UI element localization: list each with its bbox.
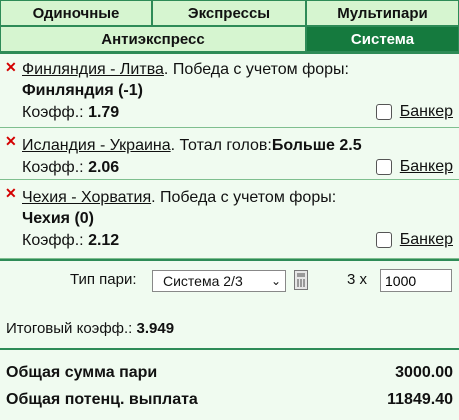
bet-type-label: Тип пари: <box>70 271 137 288</box>
coef-label: Коэфф.: <box>22 104 84 121</box>
potential-payout-label: Общая потенц. выплата <box>6 391 198 408</box>
system-settings: Тип пари: Система 2/3 ⌄ 3 x <box>0 259 459 303</box>
total-stake-value: 3000.00 <box>395 364 453 381</box>
coef-line: Коэфф.: 2.12 Банкер <box>22 229 459 253</box>
potential-payout-value: 11849.40 <box>387 391 453 408</box>
close-icon[interactable]: ✕ <box>5 59 17 76</box>
banker-label[interactable]: Банкер <box>400 231 453 249</box>
tabs-row-1: Одиночные Экспрессы Мультипари <box>0 0 459 26</box>
coef-value: 2.06 <box>88 159 120 176</box>
close-icon[interactable]: ✕ <box>5 133 17 150</box>
tab-multipari[interactable]: Мультипари <box>306 0 459 26</box>
market-text: . Победа с учетом форы: <box>151 189 337 206</box>
banker-label[interactable]: Банкер <box>400 158 453 176</box>
match-link[interactable]: Финляндия - Литва <box>22 61 164 78</box>
bet-item: ✕ Финляндия - Литва. Победа с учетом фор… <box>0 54 459 128</box>
coef-value: 1.79 <box>88 104 120 121</box>
coef-text: Коэфф.: 1.79 <box>22 101 119 125</box>
bet-description: Исландия - Украина. Тотал голов:Больше 2… <box>22 135 459 156</box>
tab-express[interactable]: Экспрессы <box>152 0 306 26</box>
total-coef: Итоговый коэфф.: 3.949 <box>6 320 174 337</box>
bet-description: Чехия - Хорватия. Победа с учетом форы: <box>22 187 459 208</box>
selection-text: Больше 2.5 <box>271 137 362 154</box>
total-stake-label: Общая сумма пари <box>6 364 158 381</box>
match-link[interactable]: Чехия - Хорватия <box>22 189 151 206</box>
tab-system[interactable]: Система <box>306 26 459 52</box>
coef-line: Коэфф.: 2.06 Банкер <box>22 156 459 180</box>
match-link[interactable]: Исландия - Украина <box>22 137 171 154</box>
checkbox-icon[interactable] <box>375 159 392 175</box>
banker-checkbox[interactable]: Банкер <box>375 231 453 249</box>
close-icon[interactable]: ✕ <box>5 185 17 202</box>
selection-text: Финляндия (-1) <box>22 82 143 99</box>
coef-line: Коэфф.: 1.79 Банкер <box>22 101 459 125</box>
selection-text: Чехия (0) <box>22 210 94 227</box>
banker-checkbox[interactable]: Банкер <box>375 103 453 121</box>
bet-type-tabs: Одиночные Экспрессы Мультипари Антиэкспр… <box>0 0 459 54</box>
coef-value: 2.12 <box>88 232 120 249</box>
tabs-row-2: Антиэкспресс Система <box>0 26 459 52</box>
coef-text: Коэфф.: 2.12 <box>22 229 119 253</box>
checkbox-icon[interactable] <box>375 232 392 248</box>
total-coef-value: 3.949 <box>136 320 175 337</box>
bet-description: Финляндия - Литва. Победа с учетом форы: <box>22 59 459 80</box>
stake-input[interactable] <box>380 269 452 292</box>
coef-label: Коэфф.: <box>22 159 84 176</box>
tab-singles[interactable]: Одиночные <box>0 0 152 26</box>
bet-summary: Общая сумма пари 3000.00 Общая потенц. в… <box>0 348 459 420</box>
multiplier-text: 3 x <box>347 271 368 288</box>
system-type-value: Система 2/3 <box>163 273 243 289</box>
chevron-down-icon[interactable]: ⌄ <box>271 271 281 291</box>
system-type-select[interactable]: Система 2/3 ⌄ <box>152 270 286 292</box>
banker-checkbox[interactable]: Банкер <box>375 158 453 176</box>
total-stake-row: Общая сумма пари 3000.00 <box>6 364 453 382</box>
calculator-icon[interactable] <box>294 270 308 290</box>
market-text: . Тотал голов: <box>170 137 272 154</box>
bet-item: ✕ Чехия - Хорватия. Победа с учетом форы… <box>0 180 459 259</box>
market-text: . Победа с учетом форы: <box>163 61 349 78</box>
checkbox-icon[interactable] <box>375 104 392 120</box>
bet-item: ✕ Исландия - Украина. Тотал голов:Больше… <box>0 128 459 180</box>
potential-payout-row: Общая потенц. выплата 11849.40 <box>6 391 453 409</box>
banker-label[interactable]: Банкер <box>400 103 453 121</box>
coef-label: Коэфф.: <box>22 232 84 249</box>
tab-antiexpress[interactable]: Антиэкспресс <box>0 26 306 52</box>
coef-text: Коэфф.: 2.06 <box>22 156 119 180</box>
total-coef-label: Итоговый коэфф.: <box>6 320 133 337</box>
